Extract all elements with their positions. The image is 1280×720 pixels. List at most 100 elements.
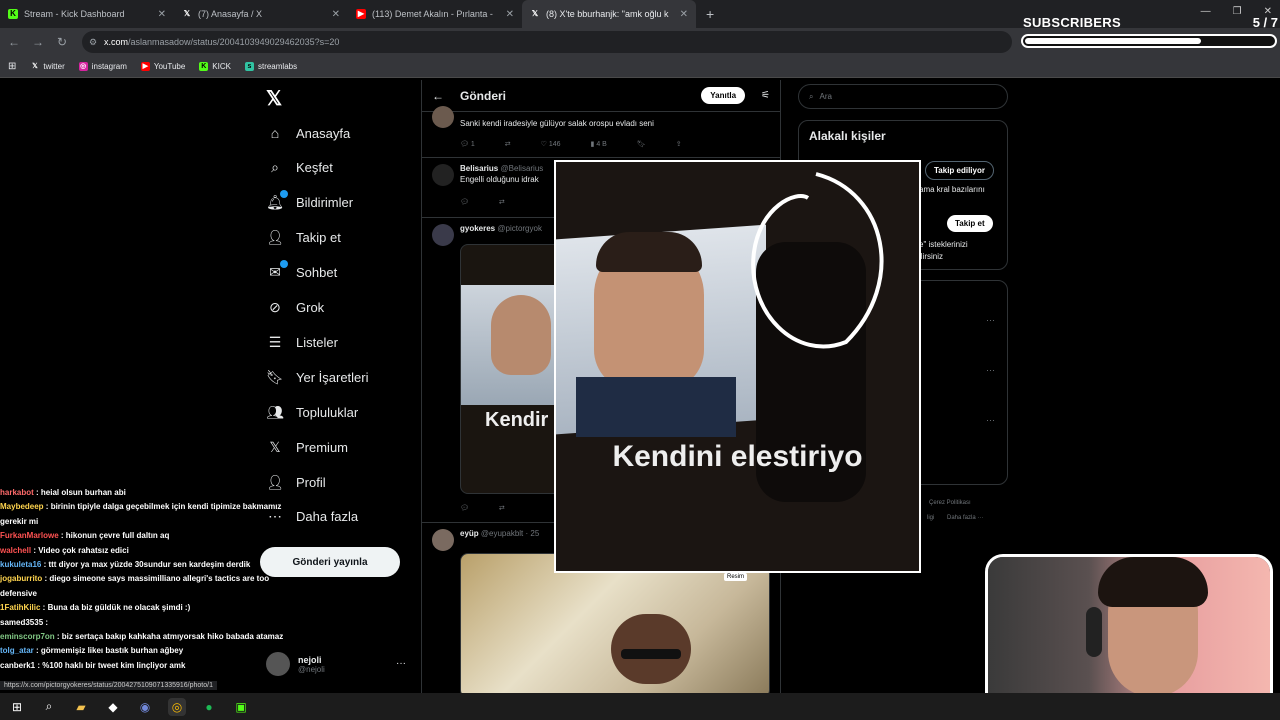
app-icon[interactable]: ◆ [104,698,122,716]
site-info-icon[interactable]: ⚙ [89,37,97,48]
sidebar-item-bell[interactable]: 🔔︎ Bildirimler [266,190,354,215]
chat-icon: ✉ [266,260,288,281]
chat-username[interactable]: walchell [0,546,31,555]
chat-username[interactable]: eminscorp7on [0,632,55,641]
sidebar-item-follow[interactable]: 👤︎ Takip et [266,226,341,250]
chrome-icon[interactable]: ◎ [168,697,186,716]
subscribers-count: 5 / 7 [1252,15,1278,30]
chat-username[interactable]: samed3535 [0,618,43,627]
forward-icon[interactable]: → [26,35,50,49]
windows-icon[interactable]: ⊞ [8,698,26,716]
file-explorer-icon[interactable]: ▰ [72,698,90,716]
back-icon[interactable]: ← [2,35,26,49]
sidebar-item-home[interactable]: ⌂ Anasayfa [266,121,350,145]
footer-link[interactable]: Daha fazla ··· [947,515,983,521]
reply-icon[interactable]: 💬︎ [460,198,469,206]
close-icon[interactable]: ✕ [680,9,688,20]
sidebar-item-label: Listeler [296,334,338,350]
following-button[interactable]: Takip ediliyor [925,161,994,180]
chat-message: canberk1 : %100 haklı bir tweet kim linç… [0,660,186,670]
chat-text: Video çok rahatsız edici [38,545,129,555]
instagram-icon: ◎ [78,62,88,71]
back-arrow-icon[interactable]: ← [432,89,444,103]
retweet-icon[interactable]: ⇄ [499,504,505,512]
chat-username[interactable]: Maybedeep [0,502,44,511]
bookmark-youtube[interactable]: ▶ YouTube [140,62,185,71]
chat-message: eminscorp7on : biz sertaça bakıp kahkaha… [0,632,284,642]
bookmark-icon[interactable]: 🔖︎ [637,140,646,148]
kick-icon: K [8,9,18,19]
chat-username[interactable]: FurkanMarlowe [0,531,59,540]
more-icon[interactable]: ··· [986,415,995,425]
chat-username[interactable]: harkabot [0,488,34,497]
share-icon[interactable]: ⇪ [676,140,682,148]
reply-icon[interactable]: 💬︎ [460,504,469,512]
tab-youtube[interactable]: ▶ (113) Demet Akalın - Pırlanta - ✕ [348,0,522,28]
x-logo-icon[interactable]: 𝕏 [266,86,282,111]
app-icon[interactable]: ▣ [232,698,250,716]
chat-text: hikonun çevre full daltın aq [65,531,170,541]
chat-username[interactable]: 1FatihKilic [0,603,40,612]
sidebar-item-label: Anasayfa [296,125,351,141]
search-icon[interactable]: ⌕ [40,698,58,716]
tab-kick-dashboard[interactable]: K Stream - Kick Dashboard ✕ [0,0,174,28]
hair-shape [596,232,702,272]
close-icon[interactable]: ✕ [158,9,166,20]
sidebar-item-label: Bildirimler [296,195,354,211]
chat-message: Maybedeep : birinin tipiyle dalga geçebi… [0,502,282,526]
bookmark-streamlabs[interactable]: s streamlabs [244,62,297,71]
sidebar-item-search[interactable]: ⌕ Keşfet [266,156,333,180]
search-input[interactable]: ⌕ Ara [798,84,1008,109]
tab-x-post[interactable]: 𝕏 (8) X'te bburhanjk: "amk oğlu k ✕ [522,0,696,28]
sidebar-item-bookmark[interactable]: 🔖︎ Yer İşaretleri [266,365,368,389]
close-icon[interactable]: ✕ [506,9,514,20]
follow-button[interactable]: Takip et [947,215,993,232]
sidebar-item-grok[interactable]: ⊘ Grok [266,296,324,320]
search-icon: ⌕ [271,159,279,176]
discord-icon[interactable]: ◉ [136,698,154,716]
subscriber-goal-widget: SUBSCRIBERS 5 / 7 [1018,12,1280,56]
search-icon: ⌕ [809,91,814,101]
bookmark-instagram[interactable]: ◎ instagram [78,62,127,71]
apps-icon[interactable]: ⊞ [8,61,16,72]
chat-message: kukuleta16 : ttt diyor ya max yüzde 30su… [0,560,251,570]
retweet-icon[interactable]: ⇄ [499,198,505,206]
taskbar: ⊞ ⌕ ▰ ◆ ◉ ◎ ● ▣ [0,693,1280,720]
chat-text: heial olsun burhan abi [40,488,126,497]
image-popup[interactable]: Kendini elestiriyo [554,160,921,573]
chat-username[interactable]: tolg_atar [0,646,34,655]
more-icon[interactable]: ··· [986,315,995,325]
reload-icon[interactable]: ↻ [50,35,74,49]
tab-x-home[interactable]: 𝕏 (7) Anasayfa / X ✕ [174,0,348,28]
sidebar-item-label: Daha fazla [296,509,359,525]
spotify-icon[interactable]: ● [200,698,218,716]
reply-icon[interactable]: 💬︎ 1 [460,140,475,148]
tweet-actions: 💬︎ 1 ⇄ ♡ 146 ▮ 4 B 🔖︎ ⇪ [460,140,682,148]
youtube-icon: ▶ [356,9,366,19]
tweet[interactable]: Sanki kendi iradesiyle gülüyor salak oro… [422,102,780,158]
bookmark-kick[interactable]: K KICK [199,62,231,71]
sidebar-item-list[interactable]: ☰ Listeler [266,330,338,354]
notification-badge [280,190,288,199]
footer-link[interactable]: ligi [927,515,934,521]
chat-username[interactable]: jogaburrito [0,574,42,583]
views-icon[interactable]: ▮ 4 B [591,140,607,148]
sidebar-item-x[interactable]: 𝕏 Premium [266,435,348,459]
more-icon[interactable]: ··· [986,365,995,375]
sidebar-item-label: Grok [296,300,325,315]
close-icon[interactable]: ✕ [332,9,340,20]
new-tab-button[interactable]: + [696,6,724,22]
subscribers-label: SUBSCRIBERS [1023,15,1121,30]
bookmark-twitter[interactable]: 𝕏twitter [30,62,65,71]
sidebar-item-communities[interactable]: 👥︎ Topluluklar [266,400,358,424]
chat-username[interactable]: kukuleta16 [0,560,41,569]
footer-link[interactable]: Çerez Politikası [929,500,971,506]
url-input[interactable]: ⚙ x.com/aslanmasadow/status/200410394902… [82,31,1012,53]
image-caption: Kendini elestiriyo [612,440,863,473]
more-icon[interactable]: ··· [396,658,406,669]
sliders-icon[interactable]: ⚟ [761,90,770,101]
sidebar-item-chat[interactable]: ✉ Sohbet [266,260,337,285]
retweet-icon[interactable]: ⇄ [505,140,511,148]
like-icon[interactable]: ♡ 146 [541,140,561,148]
chat-username[interactable]: canberk1 [0,661,35,670]
